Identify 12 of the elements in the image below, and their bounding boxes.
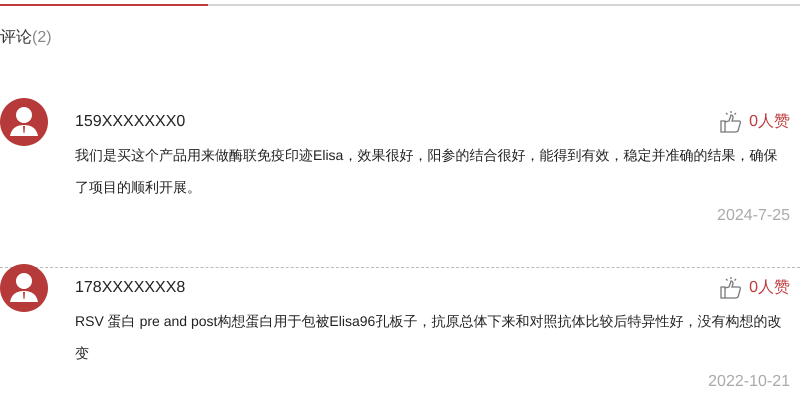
like-count: 0人赞 (749, 112, 790, 132)
section-title: 评论 (0, 28, 32, 48)
comment-date: 2024-7-25 (717, 206, 790, 226)
thumbs-up-icon[interactable] (719, 110, 744, 134)
thumbs-up-icon[interactable] (719, 276, 744, 300)
comment-text: 我们是买这个产品用来做酶联免疫印迹Elisa，效果很好，阳参的结合很好，能得到有效，稳定并准确的结果，确保了项目的顺利开展。 (75, 146, 778, 197)
user-name: 178XXXXXXX8 (75, 278, 186, 298)
user-name: 159XXXXXXX0 (75, 112, 186, 132)
comment-date: 2022-10-21 (708, 372, 790, 392)
comment-count: (2) (32, 28, 52, 48)
comment-text: RSV 蛋白 pre and post构想蛋白用于包被Elisa96孔板子，抗原总体下来和对照抗体比较后特异性好，没有构想的改变 (75, 312, 782, 363)
like-count: 0人赞 (749, 278, 790, 298)
